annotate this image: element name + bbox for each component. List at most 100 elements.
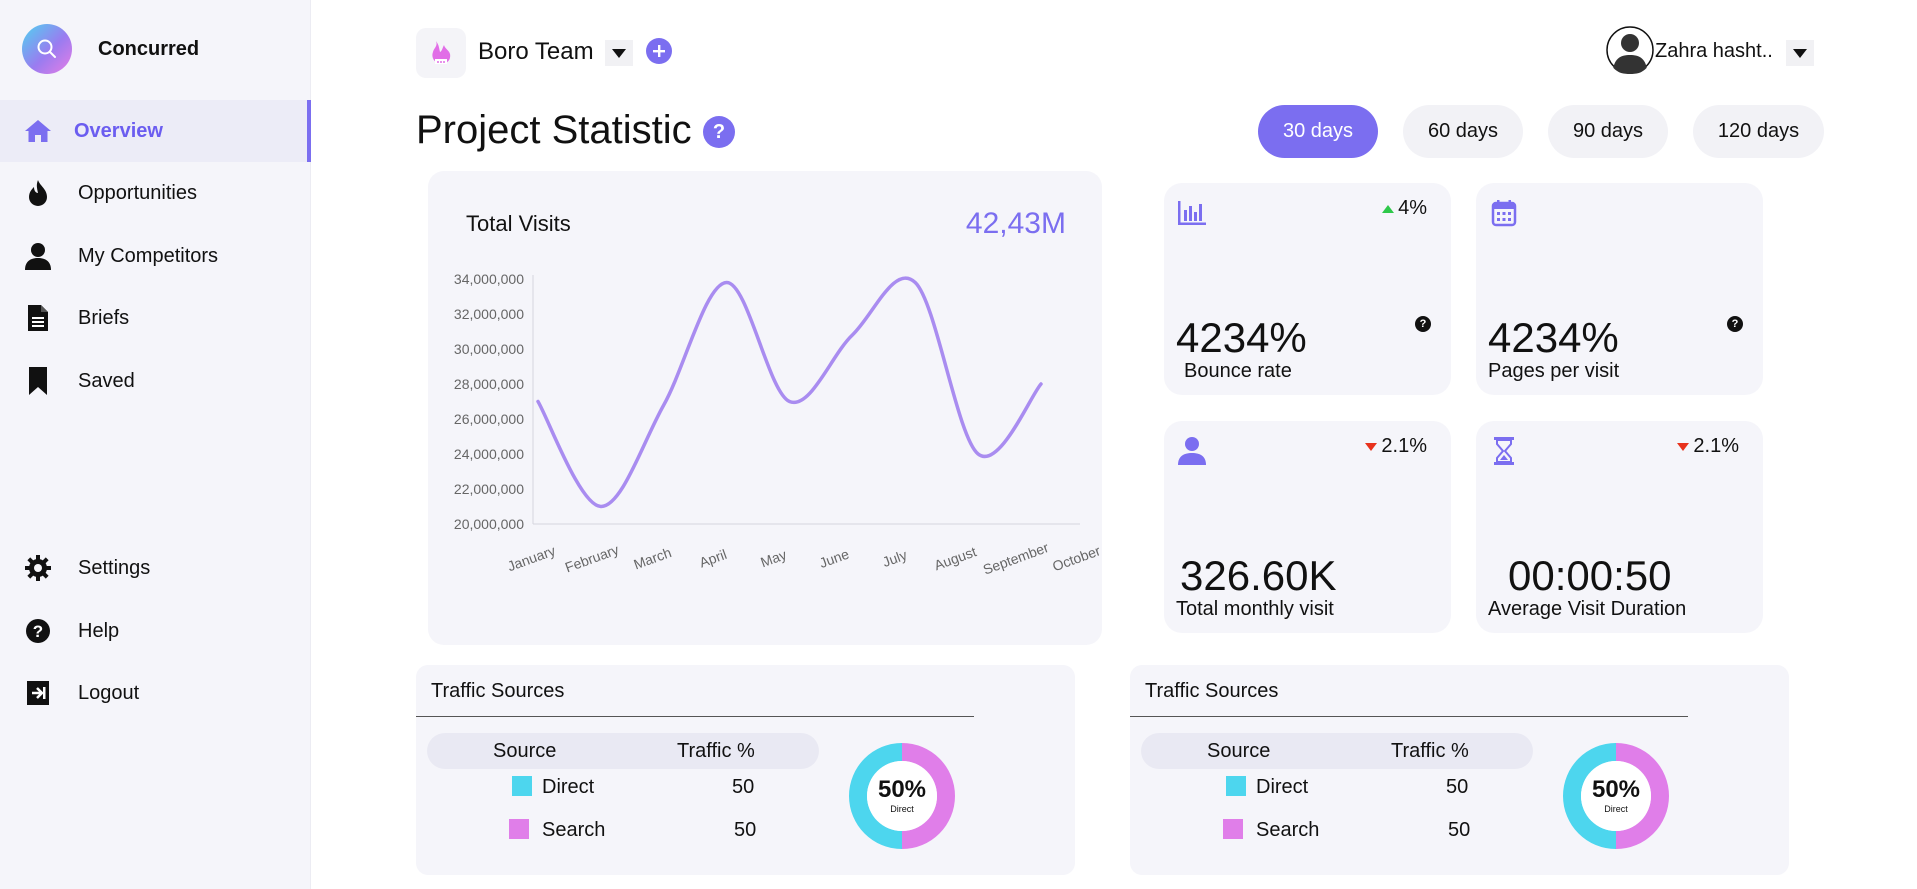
x-tick-label: May	[758, 546, 788, 570]
total-visits-chart: 34,000,000 32,000,000 30,000,000 28,000,000…	[454, 271, 1102, 578]
stat-label: Pages per visit	[1488, 360, 1620, 382]
sidebar-item-briefs[interactable]: Briefs	[0, 287, 311, 349]
page-title: Project Statistic	[416, 108, 692, 152]
team-dropdown[interactable]	[605, 40, 633, 66]
trend-down-icon	[1365, 442, 1378, 451]
x-tick-label: January	[505, 542, 557, 574]
y-tick-label: 26,000,000	[454, 411, 524, 427]
legend-swatch	[512, 776, 532, 796]
series-line	[536, 276, 1043, 509]
help-badge[interactable]: ?	[703, 116, 735, 148]
stat-delta: 2.1%	[1677, 435, 1739, 458]
stat-help-icon[interactable]: ?	[1727, 316, 1743, 332]
brand-name: Concurred	[98, 37, 200, 60]
column-header-source: Source	[1207, 740, 1271, 762]
x-tick-label: April	[697, 546, 729, 571]
legend-swatch	[1226, 776, 1246, 796]
stat-value: 4234%	[1488, 314, 1619, 361]
avatar[interactable]	[1606, 25, 1654, 75]
stat-card-bounce-rate: 4% ? 4234% Bounce rate	[1164, 183, 1451, 395]
divider	[416, 716, 974, 717]
user-dropdown[interactable]	[1786, 40, 1814, 66]
trend-up-icon	[1382, 204, 1395, 213]
traffic-value: 50	[1446, 776, 1469, 798]
add-team-button[interactable]	[646, 38, 672, 64]
y-tick-label: 20,000,000	[454, 516, 524, 532]
stat-card-average-visit-duration: 2.1% 00:00:50 Average Visit Duration	[1476, 421, 1763, 633]
user-icon	[1176, 435, 1208, 467]
donut-percent: 50%	[1592, 776, 1640, 803]
traffic-donut-chart: 50% Direct	[1563, 743, 1669, 849]
source-name: Search	[542, 819, 606, 841]
stat-delta: 2.1%	[1365, 435, 1427, 458]
stat-card-pages-per-visit: ? 4234% Pages per visit	[1476, 183, 1763, 395]
traffic-value: 50	[732, 776, 755, 798]
sidebar-item-logout[interactable]: Logout	[0, 662, 311, 724]
source-name: Search	[1256, 819, 1320, 841]
caret-down-icon	[612, 48, 626, 58]
sidebar-item-help[interactable]: ? Help	[0, 600, 311, 662]
table-row: Search 50	[416, 817, 816, 847]
search-icon	[22, 24, 72, 74]
table-row: Direct 50	[416, 774, 816, 804]
sidebar-item-label: Settings	[78, 556, 151, 579]
plus-icon	[653, 45, 665, 57]
stat-value: 4234%	[1176, 314, 1307, 361]
source-name: Direct	[542, 776, 595, 798]
table-row: Direct 50	[1130, 774, 1530, 804]
stat-label: Bounce rate	[1184, 360, 1292, 382]
sidebar-item-label: Saved	[78, 369, 135, 392]
stat-delta: 4%	[1382, 197, 1427, 220]
bookmark-icon	[22, 365, 54, 397]
traffic-sources-card: Traffic Sources Source Traffic % Direct …	[416, 665, 1075, 875]
range-90-days-button[interactable]: 90 days	[1548, 105, 1668, 158]
traffic-sources-card: Traffic Sources Source Traffic % Direct …	[1130, 665, 1789, 875]
stat-label: Average Visit Duration	[1488, 598, 1687, 620]
x-tick-label: March	[631, 544, 673, 572]
x-tick-label: October	[1050, 542, 1102, 574]
sidebar-item-label: Briefs	[78, 306, 130, 329]
home-icon	[22, 115, 54, 147]
help-icon: ?	[22, 615, 54, 647]
source-name: Direct	[1256, 776, 1309, 798]
sidebar-item-overview[interactable]: Overview	[0, 100, 311, 162]
y-tick-label: 28,000,000	[454, 376, 524, 392]
sidebar-item-settings[interactable]: Settings	[0, 537, 311, 599]
stat-help-icon[interactable]: ?	[1415, 316, 1431, 332]
sidebar-item-label: Overview	[74, 119, 163, 142]
donut-label: Direct	[890, 804, 914, 814]
donut-percent: 50%	[878, 776, 926, 803]
traffic-table-header: Source Traffic %	[1141, 733, 1533, 769]
legend-swatch	[509, 819, 529, 839]
caret-down-icon	[1793, 48, 1807, 58]
sidebar-item-saved[interactable]: Saved	[0, 350, 311, 412]
stat-label: Total monthly visit	[1176, 598, 1334, 620]
gear-icon	[22, 552, 54, 584]
sidebar-item-my-competitors[interactable]: My Competitors	[0, 225, 311, 287]
traffic-donut-chart: 50% Direct	[849, 743, 955, 849]
team-logo[interactable]	[416, 28, 466, 78]
hourglass-icon	[1488, 435, 1520, 467]
column-header-source: Source	[493, 740, 557, 762]
sidebar-item-label: Help	[78, 619, 120, 642]
column-header-traffic: Traffic %	[677, 740, 755, 762]
team-name: Boro Team	[478, 38, 594, 65]
document-icon	[22, 302, 54, 334]
bar-chart-icon	[1176, 197, 1208, 229]
calendar-icon	[1488, 197, 1520, 229]
stat-value: 00:00:50	[1508, 552, 1672, 599]
y-tick-label: 24,000,000	[454, 446, 524, 462]
sidebar-item-label: My Competitors	[78, 244, 219, 267]
sidebar-item-label: Logout	[78, 681, 140, 704]
brand[interactable]: Concurred	[22, 24, 199, 74]
table-row: Search 50	[1130, 817, 1530, 847]
x-tick-label: July	[880, 547, 909, 571]
range-60-days-button[interactable]: 60 days	[1403, 105, 1523, 158]
fire-icon	[22, 177, 54, 209]
sidebar-item-opportunities[interactable]: Opportunities	[0, 162, 311, 224]
x-tick-label: February	[563, 541, 621, 575]
y-tick-label: 22,000,000	[454, 481, 524, 497]
traffic-sources-title: Traffic Sources	[1145, 680, 1279, 702]
range-120-days-button[interactable]: 120 days	[1693, 105, 1824, 158]
range-30-days-button[interactable]: 30 days	[1258, 105, 1378, 158]
